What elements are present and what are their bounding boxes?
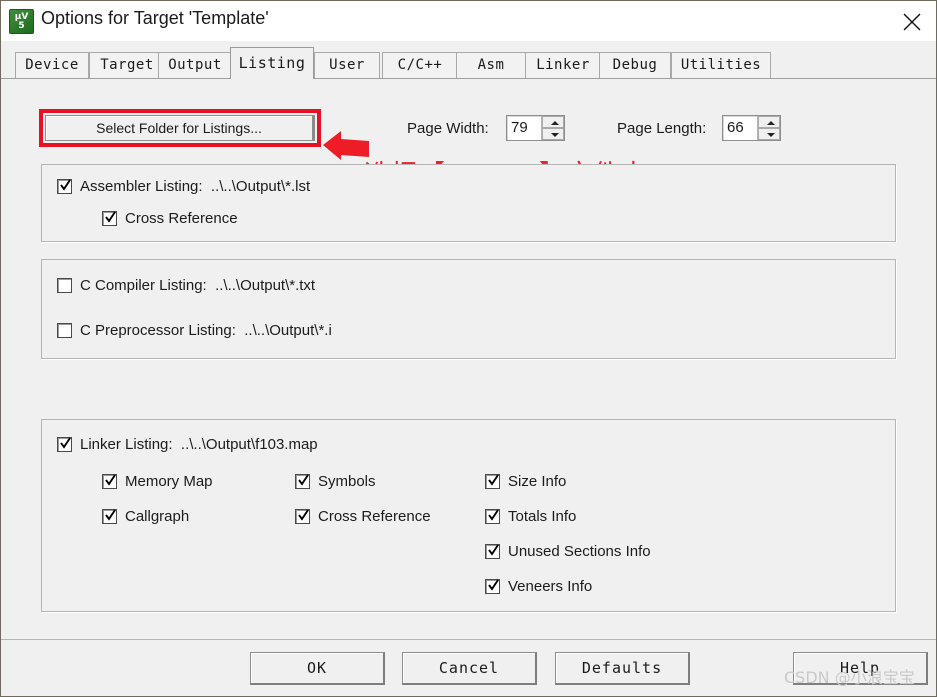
page-width-label: Page Width: [407,120,489,137]
page-length-spin-buttons [757,116,780,140]
tab-target[interactable]: Target [89,52,165,78]
linker-listing-group: Linker Listing: ..\..\Output\f103.map Me… [41,419,896,612]
page-width-value: 79 [511,119,528,136]
callgraph-checkbox[interactable] [102,509,117,524]
cancel-button[interactable]: Cancel [402,652,537,685]
dialog-footer: OK Cancel Defaults Help [1,639,936,696]
veneers-info-checkbox[interactable] [485,579,500,594]
tab-baseline [1,78,936,79]
page-width-stepper[interactable]: 79 [506,115,565,141]
unused-sections-info-checkbox[interactable] [485,544,500,559]
page-length-value: 66 [727,119,744,136]
select-folder-for-listings-button[interactable]: Select Folder for Listings... [45,115,315,141]
memory-map-label: Memory Map [125,473,213,490]
tab-utilities[interactable]: Utilities [671,52,771,78]
linker-cross-reference-label: Cross Reference [318,508,431,525]
size-info-checkbox[interactable] [485,474,500,489]
c-preprocessor-listing-label: C Preprocessor Listing: ..\..\Output\*.i [80,321,332,340]
assembler-listing-path: ..\..\Output\*.lst [210,178,311,195]
linker-listing-path: ..\..\Output\f103.map [180,436,318,453]
page-length-label: Page Length: [617,120,707,137]
compiler-listing-group: C Compiler Listing: ..\..\Output\*.txt C… [41,259,896,359]
unused-sections-info-label: Unused Sections Info [508,543,651,560]
totals-info-label: Totals Info [508,508,577,525]
assembler-cross-reference-label: Cross Reference [125,210,238,227]
tab-c-cpp[interactable]: C/C++ [382,52,458,78]
defaults-button[interactable]: Defaults [555,652,690,685]
page-length-stepper[interactable]: 66 [722,115,781,141]
tab-asm[interactable]: Asm [456,52,526,78]
symbols-checkbox[interactable] [295,474,310,489]
assembler-listing-group: Assembler Listing: ..\..\Output\*.lst Cr… [41,164,896,242]
symbols-label: Symbols [318,473,376,490]
veneers-info-label: Veneers Info [508,578,593,595]
linker-listing-text: Linker Listing: [80,436,173,453]
ok-button[interactable]: OK [250,652,385,685]
tab-linker[interactable]: Linker [525,52,601,78]
assembler-listing-checkbox[interactable] [57,179,72,194]
memory-map-checkbox[interactable] [102,474,117,489]
title-bar: μV 5 Options for Target 'Template' [1,1,936,42]
c-preprocessor-listing-text: C Preprocessor Listing: [80,322,236,339]
assembler-cross-reference-checkbox[interactable] [102,211,117,226]
c-compiler-listing-text: C Compiler Listing: [80,277,207,294]
window-title: Options for Target 'Template' [41,8,269,28]
tab-listing[interactable]: Listing [230,47,314,79]
linker-listing-checkbox[interactable] [57,437,72,452]
tab-strip: Device Target Output Listing User C/C++ … [1,41,936,79]
assembler-listing-text: Assembler Listing: [80,178,203,195]
tab-user[interactable]: User [314,52,380,78]
c-compiler-listing-checkbox[interactable] [57,278,72,293]
callgraph-label: Callgraph [125,508,190,525]
page-width-spin-down-icon[interactable] [542,128,564,140]
close-icon[interactable] [886,1,936,40]
tab-output[interactable]: Output [158,52,232,78]
help-button[interactable]: Help [793,652,928,685]
c-compiler-listing-label: C Compiler Listing: ..\..\Output\*.txt [80,276,315,295]
size-info-label: Size Info [508,473,567,490]
uvision-icon: μV 5 [9,9,34,34]
tab-device[interactable]: Device [15,52,89,78]
c-preprocessor-listing-checkbox[interactable] [57,323,72,338]
page-width-spin-buttons [541,116,564,140]
linker-listing-label: Linker Listing: ..\..\Output\f103.map [80,435,318,454]
c-preprocessor-listing-path: ..\..\Output\*.i [244,322,332,339]
assembler-listing-label: Assembler Listing: ..\..\Output\*.lst [80,177,310,196]
page-length-spin-up-icon[interactable] [758,116,780,128]
c-compiler-listing-path: ..\..\Output\*.txt [215,277,316,294]
page-width-spin-up-icon[interactable] [542,116,564,128]
options-dialog: μV 5 Options for Target 'Template' Devic… [0,0,937,697]
tab-debug[interactable]: Debug [599,52,671,78]
linker-cross-reference-checkbox[interactable] [295,509,310,524]
totals-info-checkbox[interactable] [485,509,500,524]
page-length-spin-down-icon[interactable] [758,128,780,140]
